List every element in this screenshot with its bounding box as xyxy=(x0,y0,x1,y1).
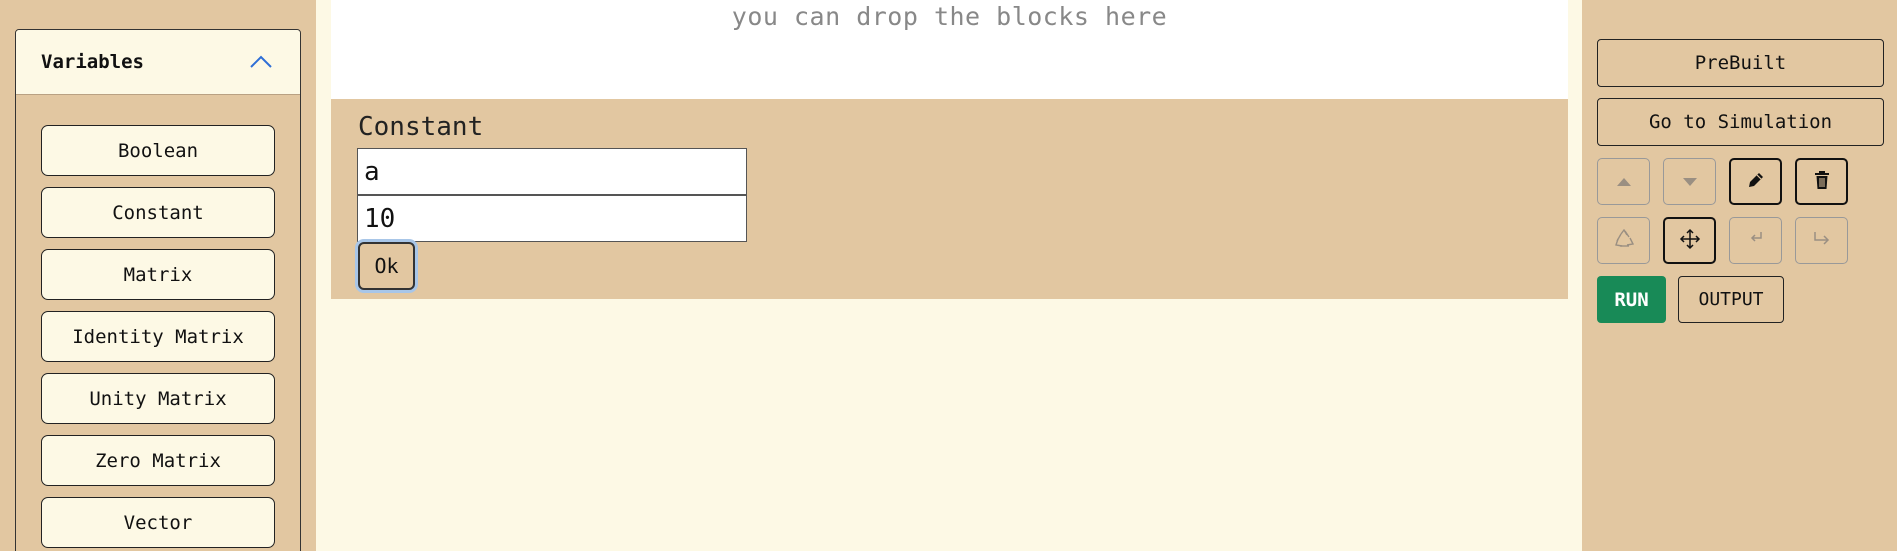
constant-block-editor[interactable]: Constant Ok xyxy=(331,99,1568,299)
accordion-title: Variables xyxy=(41,51,144,73)
redo-button[interactable] xyxy=(1795,217,1848,264)
recycle-button[interactable] xyxy=(1597,217,1650,264)
pencil-icon xyxy=(1746,170,1766,194)
variable-block-list: Boolean Constant Matrix Identity Matrix … xyxy=(16,95,300,548)
move-up-button[interactable] xyxy=(1597,158,1650,205)
app-root: Variables Boolean Constant Matrix Identi… xyxy=(0,0,1897,551)
prebuilt-button[interactable]: PreBuilt xyxy=(1597,39,1884,87)
block-vector[interactable]: Vector xyxy=(41,497,275,548)
trash-icon xyxy=(1813,170,1831,194)
output-button[interactable]: OUTPUT xyxy=(1678,276,1784,323)
drop-hint-text: you can drop the blocks here xyxy=(731,2,1168,31)
ok-button[interactable]: Ok xyxy=(358,242,415,290)
edit-button[interactable] xyxy=(1729,158,1782,205)
move-down-button[interactable] xyxy=(1663,158,1716,205)
move-icon xyxy=(1679,228,1701,254)
corner-up-right-icon xyxy=(1811,229,1833,253)
block-unity-matrix[interactable]: Unity Matrix xyxy=(41,373,275,424)
block-boolean[interactable]: Boolean xyxy=(41,125,275,176)
block-drop-zone[interactable]: you can drop the blocks here xyxy=(331,0,1568,99)
constant-block-title: Constant xyxy=(358,112,484,142)
arrow-up-icon xyxy=(1616,172,1632,191)
recycle-icon xyxy=(1613,228,1635,253)
constant-name-input[interactable] xyxy=(357,148,747,195)
block-identity-matrix[interactable]: Identity Matrix xyxy=(41,311,275,362)
block-palette-sidebar: Variables Boolean Constant Matrix Identi… xyxy=(0,0,316,551)
chevron-up-icon[interactable] xyxy=(248,53,274,71)
variables-accordion: Variables Boolean Constant Matrix Identi… xyxy=(15,29,301,551)
variables-accordion-header[interactable]: Variables xyxy=(16,30,300,95)
corner-down-left-icon xyxy=(1746,229,1766,253)
workspace-canvas[interactable]: you can drop the blocks here Constant Ok xyxy=(316,0,1582,551)
delete-button[interactable] xyxy=(1795,158,1848,205)
run-button[interactable]: RUN xyxy=(1597,276,1666,323)
constant-value-input[interactable] xyxy=(357,195,747,242)
block-matrix[interactable]: Matrix xyxy=(41,249,275,300)
move-button[interactable] xyxy=(1663,217,1716,264)
arrow-down-icon xyxy=(1682,172,1698,191)
undo-button[interactable] xyxy=(1729,217,1782,264)
go-to-simulation-button[interactable]: Go to Simulation xyxy=(1597,98,1884,146)
actions-panel: PreBuilt Go to Simulation RUN OUTPUT xyxy=(1582,0,1897,551)
block-zero-matrix[interactable]: Zero Matrix xyxy=(41,435,275,486)
block-constant[interactable]: Constant xyxy=(41,187,275,238)
